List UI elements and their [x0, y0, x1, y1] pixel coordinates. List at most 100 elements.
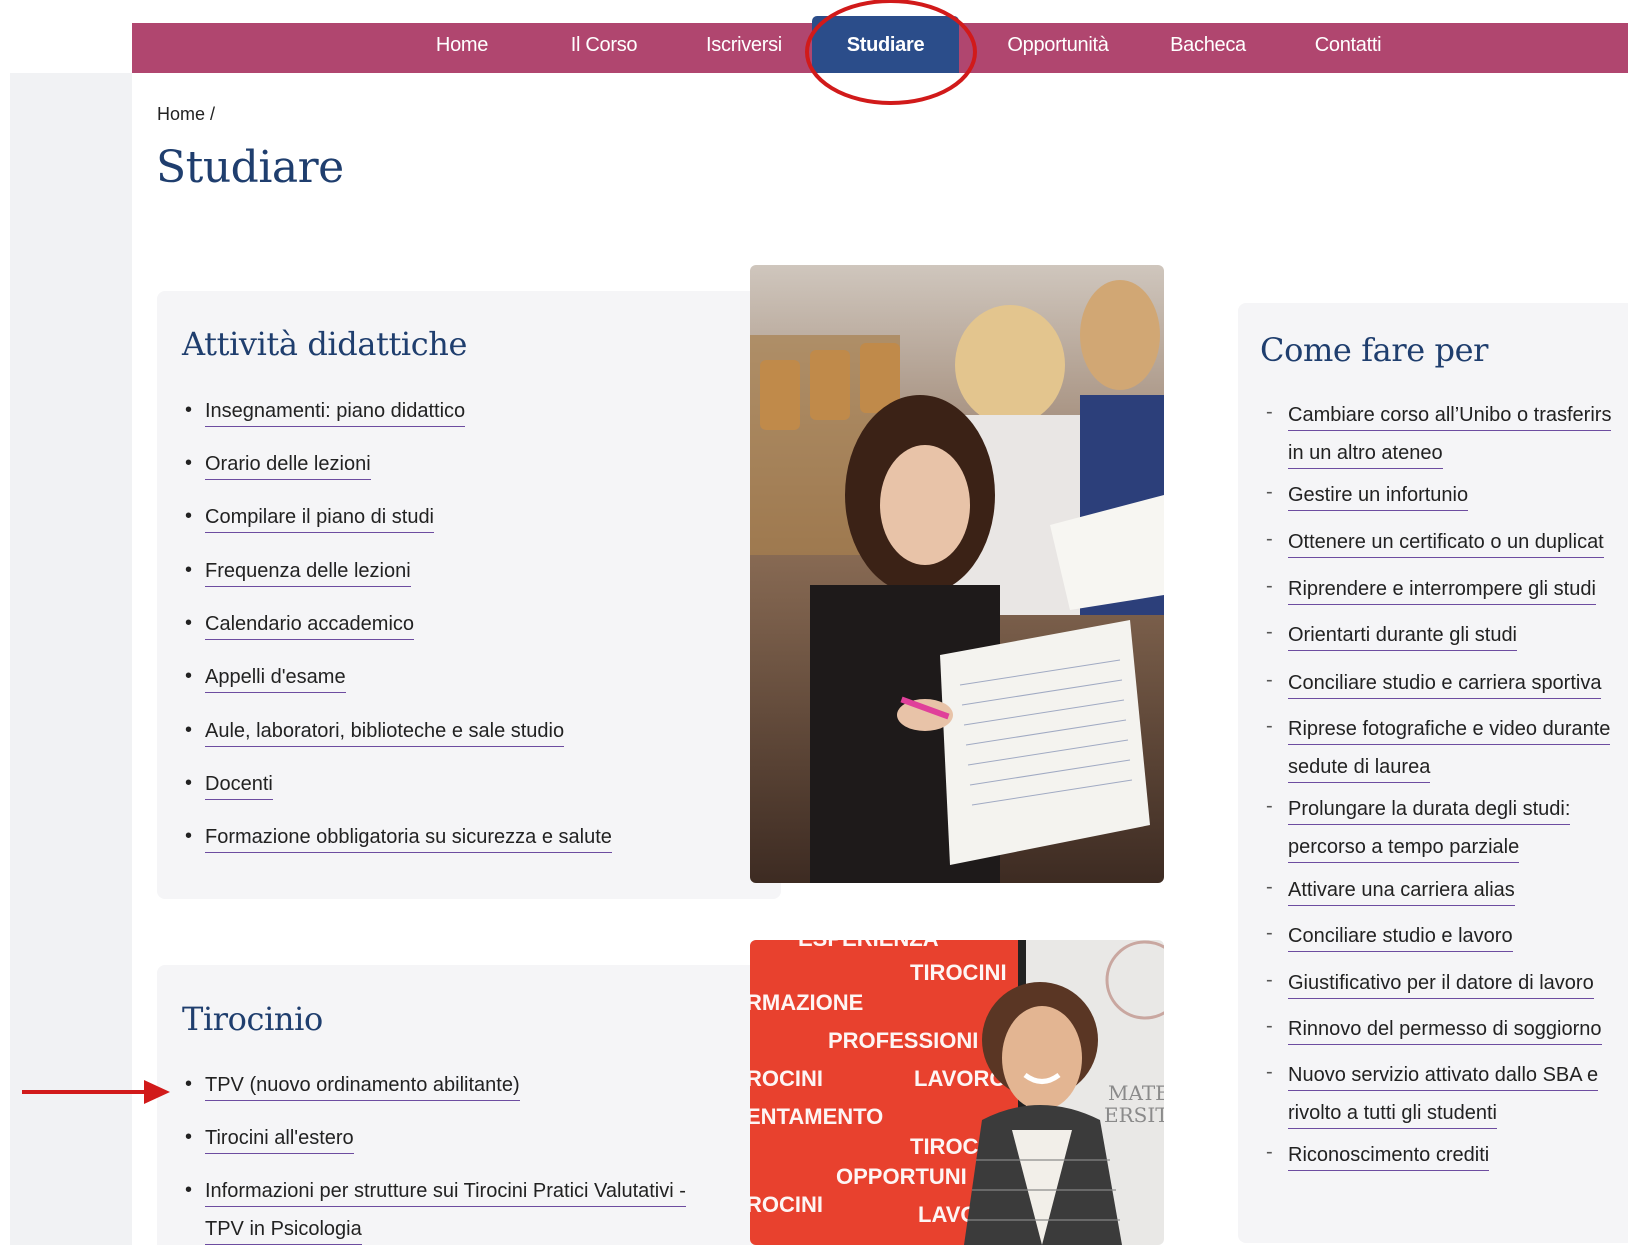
list-item: • Compilare il piano di studi [185, 505, 435, 533]
card-title-attivita: Attività didattiche [182, 325, 468, 363]
list-item: - Nuovo servizio attivato dallo SBA e rivo… [1266, 1061, 1599, 1129]
link-riconoscimento-crediti[interactable]: Riconoscimento crediti [1288, 1143, 1490, 1171]
list-item: - Ottenere un certificato o un duplicat [1266, 528, 1604, 558]
bullet-icon: • [185, 399, 193, 421]
link-riprese-fotografiche-line2[interactable]: sedute di laurea [1288, 755, 1431, 783]
students-photo [750, 265, 1164, 883]
link-carriera-alias[interactable]: Attivare una carriera alias [1288, 878, 1515, 906]
link-carriera-sportiva[interactable]: Conciliare studio e carriera sportiva [1288, 671, 1602, 699]
photo-word: ESPERIENZA [798, 940, 939, 951]
list-item: - Giustificativo per il datore di lavoro [1266, 969, 1594, 999]
link-servizio-sba[interactable]: Nuovo servizio attivato dallo SBA e [1288, 1063, 1599, 1091]
card-attivita-didattiche: Attività didattiche • Insegnamenti: piano… [157, 291, 781, 899]
link-permesso-soggiorno[interactable]: Rinnovo del permesso di soggiorno [1288, 1017, 1602, 1045]
link-cambiare-corso-line2[interactable]: in un altro ateneo [1288, 441, 1443, 469]
dash-icon: - [1266, 1141, 1273, 1163]
list-item: • Appelli d'esame [185, 665, 346, 693]
dash-icon: - [1266, 1061, 1273, 1083]
photo-word: RMAZIONE [750, 990, 863, 1015]
list-item: - Riprendere e interrompere gli studi [1266, 575, 1596, 605]
link-giustificativo[interactable]: Giustificativo per il datore di lavoro [1288, 971, 1594, 999]
dash-icon: - [1266, 1015, 1273, 1037]
list-item: - Prolungare la durata degli studi: percor… [1266, 795, 1571, 863]
link-frequenza[interactable]: Frequenza delle lezioni [205, 559, 411, 587]
dash-icon: - [1266, 401, 1273, 423]
link-prolungare-durata[interactable]: Prolungare la durata degli studi: [1288, 797, 1571, 825]
photo-word: MATEI [1108, 1081, 1164, 1105]
card-title-tirocinio: Tirocinio [182, 1000, 323, 1038]
list-item: - Orientarti durante gli studi [1266, 621, 1518, 651]
link-appelli[interactable]: Appelli d'esame [205, 665, 346, 693]
dash-icon: - [1266, 621, 1273, 643]
list-item: - Conciliare studio e lavoro [1266, 922, 1513, 952]
bullet-icon: • [185, 452, 193, 474]
page-title: Studiare [156, 142, 344, 193]
nav-bacheca[interactable]: Bacheca [1160, 23, 1256, 73]
card-title-come-fare: Come fare per [1260, 331, 1489, 369]
photo-word: TIROCINI [910, 960, 1007, 985]
list-item: - Gestire un infortunio [1266, 481, 1469, 511]
link-ottenere-certificato[interactable]: Ottenere un certificato o un duplicat [1288, 530, 1604, 558]
bullet-icon: • [185, 612, 193, 634]
list-item: - Attivare una carriera alias [1266, 876, 1515, 906]
link-piano-studi[interactable]: Compilare il piano di studi [205, 505, 435, 533]
dash-icon: - [1266, 481, 1273, 503]
link-tpv-nuovo-ordinamento[interactable]: TPV (nuovo ordinamento abilitante) [205, 1073, 520, 1101]
link-orario-lezioni[interactable]: Orario delle lezioni [205, 452, 371, 480]
photo-word: TIROC [910, 1134, 979, 1159]
photo-word: OPPORTUNI [836, 1164, 967, 1189]
bullet-icon: • [185, 1073, 193, 1095]
photo-word: PROFESSIONI [828, 1028, 978, 1053]
link-insegnamenti[interactable]: Insegnamenti: piano didattico [205, 399, 466, 427]
bullet-icon: • [185, 665, 193, 687]
list-item: - Rinnovo del permesso di soggiorno [1266, 1015, 1602, 1045]
list-item: • Docenti [185, 772, 273, 800]
list-item: • Aule, laboratori, biblioteche e sale st… [185, 719, 565, 747]
link-cambiare-corso[interactable]: Cambiare corso all’Unibo o trasferirs [1288, 403, 1612, 431]
breadcrumb: Home / [157, 104, 215, 125]
bullet-icon: • [185, 825, 193, 847]
nav-home[interactable]: Home [422, 23, 502, 73]
nav-contatti[interactable]: Contatti [1298, 23, 1398, 73]
bullet-icon: • [185, 719, 193, 741]
link-riprendere-studi[interactable]: Riprendere e interrompere gli studi [1288, 577, 1596, 605]
nav-opportunita[interactable]: Opportunità [982, 23, 1134, 73]
link-docenti[interactable]: Docenti [205, 772, 273, 800]
bullet-icon: • [185, 505, 193, 527]
dash-icon: - [1266, 969, 1273, 991]
link-aule[interactable]: Aule, laboratori, biblioteche e sale stu… [205, 719, 565, 747]
dash-icon: - [1266, 876, 1273, 898]
bullet-icon: • [185, 1179, 193, 1201]
list-item: - Riconoscimento crediti [1266, 1141, 1490, 1171]
nav-il-corso[interactable]: Il Corso [554, 23, 654, 73]
link-prolungare-durata-line2[interactable]: percorso a tempo parziale [1288, 835, 1520, 863]
tirocini-photo: ESPERIENZA TIROCINI RMAZIONE PROFESSIONI… [750, 940, 1164, 1245]
list-item: • Tirocini all'estero [185, 1126, 354, 1154]
photo-word: ERSITA [1104, 1103, 1164, 1127]
list-item: - Riprese fotografiche e video durante sed… [1266, 715, 1611, 783]
page-top-margin [0, 0, 132, 73]
dash-icon: - [1266, 795, 1273, 817]
link-servizio-sba-line2[interactable]: rivolto a tutti gli studenti [1288, 1101, 1497, 1129]
breadcrumb-home-link[interactable]: Home [157, 104, 205, 124]
bullet-icon: • [185, 559, 193, 581]
dash-icon: - [1266, 715, 1273, 737]
left-gutter [10, 73, 132, 1245]
list-item: • Orario delle lezioni [185, 452, 371, 480]
link-orientarti[interactable]: Orientarti durante gli studi [1288, 623, 1518, 651]
link-gestire-infortunio[interactable]: Gestire un infortunio [1288, 483, 1469, 511]
dash-icon: - [1266, 575, 1273, 597]
link-formazione-sicurezza[interactable]: Formazione obbligatoria su sicurezza e s… [205, 825, 612, 853]
link-studio-lavoro[interactable]: Conciliare studio e lavoro [1288, 924, 1513, 952]
link-tirocini-estero[interactable]: Tirocini all'estero [205, 1126, 354, 1154]
link-informazioni-strutture-tpv[interactable]: Informazioni per strutture sui Tirocini … [205, 1179, 686, 1207]
list-item: - Cambiare corso all’Unibo o trasferirs in… [1266, 401, 1612, 469]
link-calendario[interactable]: Calendario accademico [205, 612, 415, 640]
nav-iscriversi[interactable]: Iscriversi [684, 23, 804, 73]
list-item: • TPV (nuovo ordinamento abilitante) [185, 1073, 520, 1101]
dash-icon: - [1266, 922, 1273, 944]
link-riprese-fotografiche[interactable]: Riprese fotografiche e video durante [1288, 717, 1611, 745]
nav-studiare[interactable]: Studiare [812, 16, 959, 73]
list-item: • Formazione obbligatoria su sicurezza e … [185, 825, 612, 853]
link-informazioni-strutture-tpv-line2[interactable]: TPV in Psicologia [205, 1217, 362, 1245]
